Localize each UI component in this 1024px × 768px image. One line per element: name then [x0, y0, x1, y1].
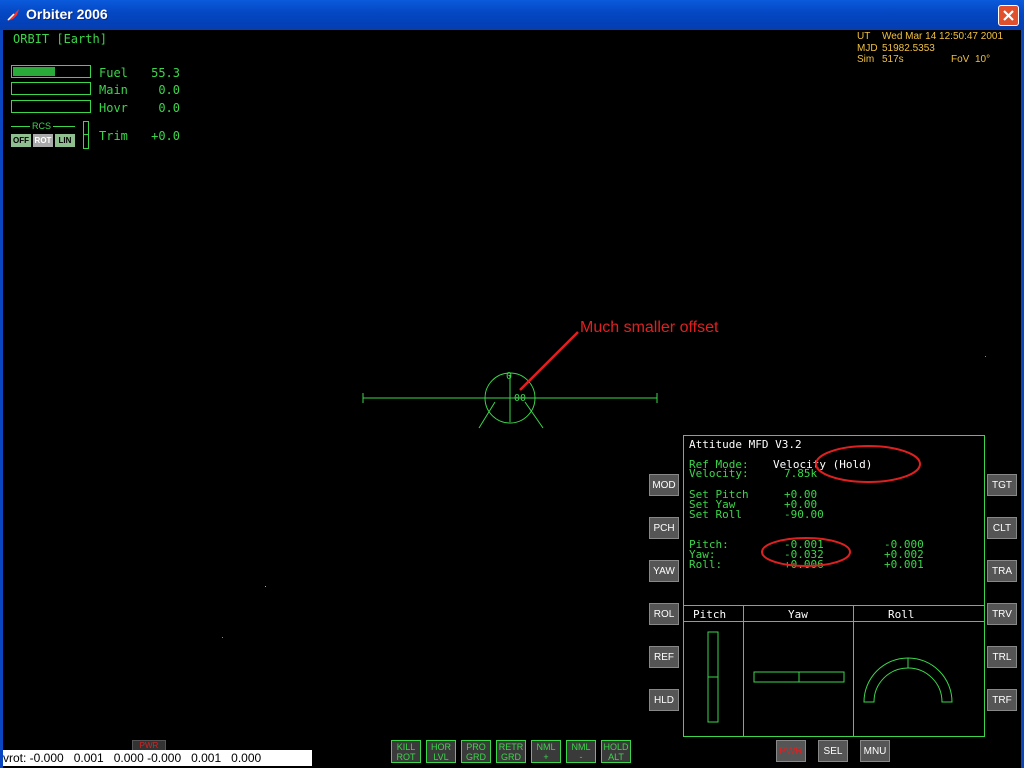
main-bar — [11, 82, 91, 95]
hold-alt-line2: ALT — [608, 752, 624, 762]
star — [222, 637, 223, 638]
mfd-tgt-button[interactable]: TGT — [987, 474, 1017, 496]
star — [265, 586, 266, 587]
annotation-text: Much smaller offset — [580, 319, 719, 336]
mfd-clt-button[interactable]: CLT — [987, 517, 1017, 539]
mfd-tra-button[interactable]: TRA — [987, 560, 1017, 582]
normal-minus-line1: NML — [571, 742, 591, 752]
mfd-trv-button[interactable]: TRV — [987, 603, 1017, 625]
rcs-rot-button[interactable]: ROT — [33, 134, 53, 147]
sim-label: Sim — [857, 54, 875, 65]
hor-lvl-button[interactable]: HOR LVL — [426, 740, 456, 763]
kill-rot-button[interactable]: KILL ROT — [391, 740, 421, 763]
prograde-line1: PRO — [466, 742, 486, 752]
roll-label: Roll: — [689, 558, 723, 571]
attitude-indicators — [707, 631, 953, 723]
window-title: Orbiter 2006 — [26, 6, 108, 22]
hor-lvl-line2: LVL — [433, 752, 449, 762]
prograde-line2: GRD — [466, 752, 486, 762]
sim-value: 517s — [882, 54, 904, 65]
normal-plus-line1: NML — [536, 742, 556, 752]
annotation-arrow — [519, 331, 579, 391]
annotation-ellipses — [761, 445, 921, 567]
hover-bar — [11, 100, 91, 113]
close-icon — [1003, 10, 1014, 21]
prograde-button[interactable]: PRO GRD — [461, 740, 491, 763]
mfd-pwr-button[interactable]: PWR — [776, 740, 806, 762]
hover-value: 0.0 — [158, 101, 180, 115]
mfd-yaw-button[interactable]: YAW — [649, 560, 679, 582]
trim-value: +0.0 — [151, 129, 180, 143]
window-frame-left — [0, 30, 3, 768]
rcs-group: RCS — [11, 121, 75, 131]
col-pitch-header: Pitch — [693, 608, 727, 621]
rcs-label: RCS — [30, 121, 54, 131]
mjd-label: MJD — [857, 43, 878, 54]
velocity-label: Velocity: — [689, 467, 749, 480]
hold-alt-button[interactable]: HOLD ALT — [601, 740, 631, 763]
fuel-bar — [11, 65, 91, 78]
mfd-trl-button[interactable]: TRL — [987, 646, 1017, 668]
mfd-hld-button[interactable]: HLD — [649, 689, 679, 711]
mfd-trf-button[interactable]: TRF — [987, 689, 1017, 711]
ut-value: Wed Mar 14 12:50:47 2001 — [882, 31, 1004, 42]
normal-minus-line2: - — [579, 752, 583, 762]
mfd-mod-button[interactable]: MOD — [649, 474, 679, 496]
main-value: 0.0 — [158, 83, 180, 97]
retrograde-line1: RETR — [498, 742, 524, 752]
star — [985, 356, 986, 357]
fuel-bar-fill — [13, 67, 55, 76]
ut-label: UT — [857, 31, 871, 42]
mfd-sel-button[interactable]: SEL — [818, 740, 848, 762]
mfd-ref-button[interactable]: REF — [649, 646, 679, 668]
fov-label: FoV — [951, 54, 970, 65]
mfd-mnu-button[interactable]: MNU — [860, 740, 890, 762]
hud-mode: ORBIT [Earth] — [13, 32, 107, 46]
rcs-off-button[interactable]: OFF — [11, 134, 31, 147]
normal-plus-button[interactable]: NML + — [531, 740, 561, 763]
trim-indicator — [83, 121, 89, 149]
col-roll-header: Roll — [888, 608, 915, 621]
mfd-pch-button[interactable]: PCH — [649, 517, 679, 539]
close-button[interactable] — [998, 5, 1019, 26]
kill-rot-line1: KILL — [396, 742, 416, 752]
col-yaw-header: Yaw — [788, 608, 808, 621]
mfd-rol-button[interactable]: ROL — [649, 603, 679, 625]
kill-rot-line2: ROT — [396, 752, 416, 762]
mfd-divider — [684, 605, 984, 606]
set-roll-label: Set Roll — [689, 508, 742, 521]
retrograde-line2: GRD — [501, 752, 521, 762]
normal-plus-line2: + — [543, 752, 549, 762]
hold-alt-line1: HOLD — [603, 742, 629, 752]
normal-minus-button[interactable]: NML - — [566, 740, 596, 763]
hor-lvl-line1: HOR — [431, 742, 451, 752]
vrot-status-bar: vrot: -0.000 0.001 0.000 -0.000 0.001 0.… — [3, 750, 312, 766]
retrograde-button[interactable]: RETR GRD — [496, 740, 526, 763]
rcs-lin-button[interactable]: LIN — [55, 134, 75, 147]
fuel-value: 55.3 — [151, 66, 180, 80]
fov-value: 10° — [975, 54, 991, 65]
mjd-value: 51982.5353 — [882, 43, 935, 54]
orbiter-logo-icon — [7, 9, 19, 21]
title-bar: Orbiter 2006 — [0, 0, 1024, 30]
